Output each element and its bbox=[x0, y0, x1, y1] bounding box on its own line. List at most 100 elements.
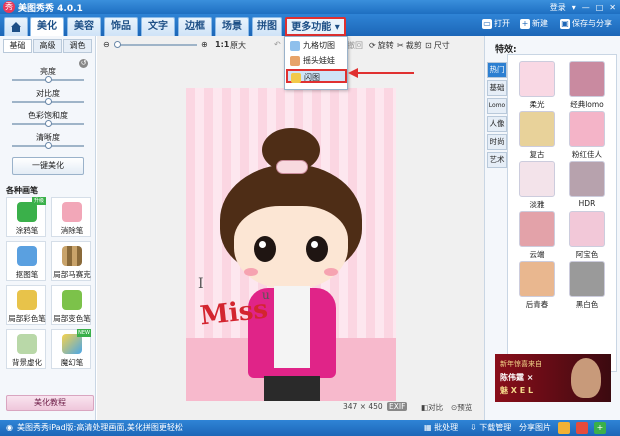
slider-knob[interactable] bbox=[45, 142, 52, 149]
undo-icon[interactable]: ↶ bbox=[274, 40, 281, 49]
save-share-button[interactable]: ▣ 保存与分享 bbox=[560, 18, 612, 29]
close-button[interactable]: ✕ bbox=[609, 3, 616, 12]
filter-pink-lady[interactable]: 粉红佳人 bbox=[566, 111, 608, 159]
download-icon: ⇩ bbox=[470, 423, 477, 432]
promo-line-3: 魅 X E L bbox=[500, 386, 534, 395]
new-button[interactable]: + 新建 bbox=[520, 18, 548, 29]
zoom-out-icon[interactable]: ⊖ bbox=[103, 40, 110, 49]
category-hot[interactable]: 热门 bbox=[487, 62, 507, 78]
brushes-title: 各种画笔 bbox=[6, 186, 38, 195]
subtab-basic[interactable]: 基础 bbox=[3, 39, 32, 53]
recolor-brush[interactable]: 局部变色笔 bbox=[51, 285, 91, 325]
tab-more-features[interactable]: 更多功能 ▾ bbox=[285, 17, 346, 36]
tab-accessories[interactable]: 饰品 bbox=[104, 17, 138, 36]
status-bar: ◉ 美图秀秀iPad版:高清处理画面,美化拼图更轻松 ▦ 批处理 ⇩ 下载管理 … bbox=[0, 420, 620, 436]
filter-thumbnail bbox=[519, 261, 555, 297]
subtab-advanced[interactable]: 高级 bbox=[33, 39, 62, 53]
promo-banner[interactable]: 新年惊喜来自 陈伟霆 × 魅 X E L bbox=[495, 354, 611, 402]
subtab-color[interactable]: 调色 bbox=[63, 39, 92, 53]
login-link[interactable]: 登录 bbox=[550, 2, 566, 13]
background-blur-brush[interactable]: 背景虚化 bbox=[6, 329, 46, 369]
filter-thumbnail bbox=[519, 161, 555, 197]
mosaic-brush[interactable]: 局部马赛克 bbox=[51, 241, 91, 281]
slider-knob[interactable] bbox=[45, 120, 52, 127]
filter-retro[interactable]: 复古 bbox=[516, 111, 558, 159]
brightness-slider[interactable]: 亮度 bbox=[8, 66, 88, 86]
promo-line-1: 新年惊喜来自 bbox=[500, 360, 542, 368]
ratio-button[interactable]: 1:1 bbox=[215, 40, 229, 49]
more-share-icon[interactable]: + bbox=[594, 422, 606, 434]
folder-icon: ▭ bbox=[482, 18, 492, 29]
slider-knob[interactable] bbox=[45, 98, 52, 105]
category-basic[interactable]: 基础 bbox=[487, 80, 507, 96]
zoom-slider-knob[interactable] bbox=[114, 41, 121, 48]
preview-button[interactable]: ⊙预览 bbox=[451, 402, 472, 413]
filter-soft-light[interactable]: 柔光 bbox=[516, 61, 558, 109]
undo-label[interactable]: 撤回 bbox=[347, 40, 363, 51]
minimize-button[interactable]: — bbox=[582, 3, 590, 12]
exif-button[interactable]: EXIF bbox=[387, 402, 408, 411]
magic-wand-icon bbox=[62, 334, 82, 354]
title-bar: 秀 美图秀秀 4.0.1 登录 ▾ — □ ✕ bbox=[0, 0, 620, 14]
open-button[interactable]: ▭ 打开 bbox=[482, 18, 510, 29]
photo-preview[interactable]: I Miss u bbox=[186, 88, 396, 401]
download-manager-button[interactable]: ⇩ 下载管理 bbox=[470, 420, 511, 436]
tutorial-button[interactable]: 美化教程 bbox=[6, 395, 94, 411]
original-size-button[interactable]: 原大 bbox=[230, 40, 246, 51]
magic-brush[interactable]: NEW 魔幻笔 bbox=[51, 329, 91, 369]
home-tab[interactable] bbox=[4, 17, 28, 36]
color-brush[interactable]: 局部彩色笔 bbox=[6, 285, 46, 325]
menu-item-grid-cut[interactable]: 九格切图 bbox=[287, 39, 345, 53]
save-icon: ▣ bbox=[560, 18, 570, 29]
color-pen-icon bbox=[17, 290, 37, 310]
more-features-dropdown: 九格切图 摇头娃娃 闪图 bbox=[284, 36, 348, 90]
filter-thumbnail bbox=[519, 111, 555, 147]
eraser-icon bbox=[62, 202, 82, 222]
filter-cloud[interactable]: 云端 bbox=[516, 211, 558, 259]
maximize-button[interactable]: □ bbox=[596, 3, 604, 12]
resize-button[interactable]: ⊡ 尺寸 bbox=[425, 40, 450, 51]
tab-text[interactable]: 文字 bbox=[141, 17, 175, 36]
filter-elegant[interactable]: 淡雅 bbox=[516, 161, 558, 209]
scissors-icon: ✂ bbox=[397, 41, 404, 50]
category-art[interactable]: 艺术 bbox=[487, 152, 507, 168]
saturation-slider[interactable]: 色彩饱和度 bbox=[8, 110, 88, 130]
contrast-slider[interactable]: 对比度 bbox=[8, 88, 88, 108]
category-fashion[interactable]: 时尚 bbox=[487, 134, 507, 150]
one-key-beautify-button[interactable]: 一键美化 bbox=[12, 157, 84, 175]
tab-face[interactable]: 美容 bbox=[67, 17, 101, 36]
zoom-in-icon[interactable]: ⊕ bbox=[201, 40, 208, 49]
category-lomo[interactable]: Lomo bbox=[487, 98, 507, 114]
filter-classic-lomo[interactable]: 经典lomo bbox=[566, 61, 608, 109]
menu-item-bobblehead[interactable]: 摇头娃娃 bbox=[287, 54, 345, 68]
tab-frame[interactable]: 边框 bbox=[178, 17, 212, 36]
tab-collage[interactable]: 拼图 bbox=[252, 17, 282, 36]
sharpness-slider[interactable]: 清晰度 bbox=[8, 132, 88, 152]
tab-scene[interactable]: 场景 bbox=[215, 17, 249, 36]
weibo-share-icon[interactable] bbox=[576, 422, 588, 434]
rotate-button[interactable]: ⟳ 旋转 bbox=[369, 40, 394, 51]
tab-beautify[interactable]: 美化 bbox=[30, 17, 64, 36]
doodle-brush[interactable]: 升级 涂鸦笔 bbox=[6, 197, 46, 237]
filter-thumbnail bbox=[519, 61, 555, 97]
filter-post-youth[interactable]: 后青春 bbox=[516, 261, 558, 309]
plus-icon: + bbox=[520, 18, 530, 29]
batch-button[interactable]: ▦ 批处理 bbox=[424, 420, 458, 436]
menu-item-flash-image[interactable]: 闪图 bbox=[286, 69, 347, 83]
crop-button[interactable]: ✂ 裁剪 bbox=[397, 40, 422, 51]
blur-icon bbox=[17, 334, 37, 354]
mosaic-icon bbox=[62, 246, 82, 266]
news-ticker[interactable]: 美图秀秀iPad版:高清处理画面,美化拼图更轻松 bbox=[17, 420, 183, 436]
slider-knob[interactable] bbox=[45, 76, 52, 83]
flash-image-icon bbox=[291, 73, 301, 83]
filter-abao[interactable]: 阿宝色 bbox=[566, 211, 608, 259]
filter-hdr[interactable]: HDR bbox=[566, 161, 608, 209]
compare-button[interactable]: ◧对比 bbox=[421, 402, 443, 413]
cutout-brush[interactable]: 抠图笔 bbox=[6, 241, 46, 281]
eraser-brush[interactable]: 消除笔 bbox=[51, 197, 91, 237]
qzone-share-icon[interactable] bbox=[558, 422, 570, 434]
menu-button[interactable]: ▾ bbox=[572, 3, 576, 12]
zoom-slider[interactable] bbox=[114, 41, 197, 48]
filter-black-white[interactable]: 黑白色 bbox=[566, 261, 608, 309]
category-portrait[interactable]: 人像 bbox=[487, 116, 507, 132]
